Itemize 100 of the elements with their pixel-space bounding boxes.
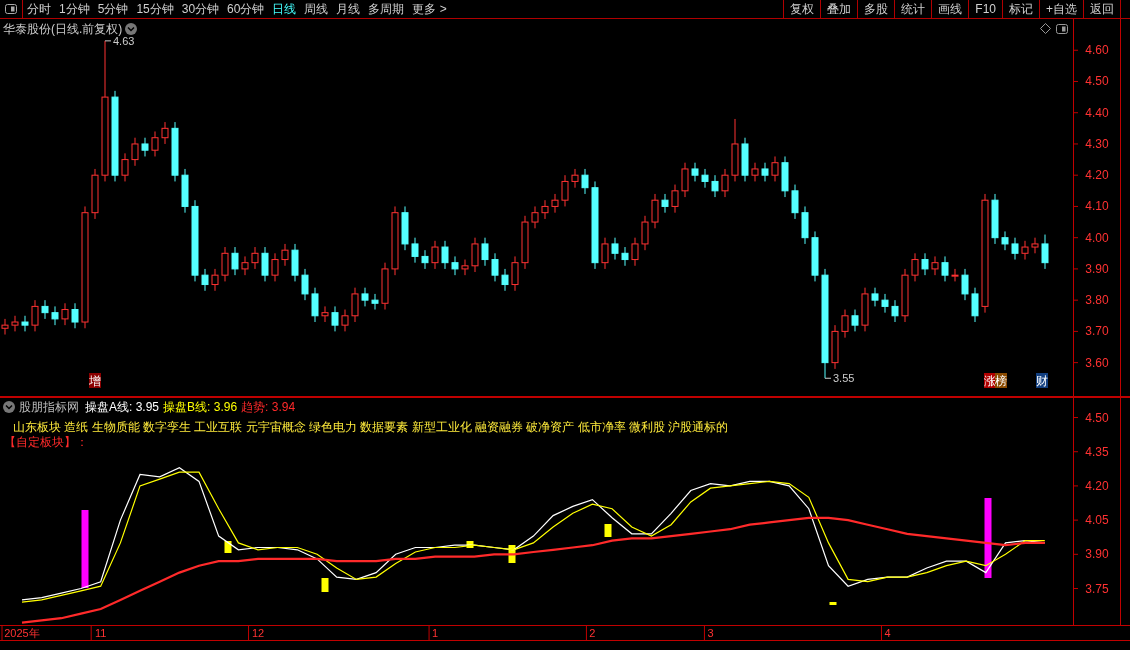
candlestick [211, 268, 219, 292]
candlestick [631, 237, 639, 267]
candlestick [571, 168, 579, 189]
period-tab[interactable]: 30分钟 [177, 0, 224, 18]
candlestick [761, 162, 769, 182]
tag-badge: 财 [1036, 373, 1048, 388]
candlestick [181, 168, 189, 214]
tag-badge: 涨 [984, 373, 996, 388]
candlestick [651, 193, 659, 229]
candlestick [501, 268, 509, 292]
axis-label: 4.40 [1085, 105, 1109, 120]
period-tab[interactable]: 1分钟 [55, 0, 94, 18]
candlestick [1001, 230, 1009, 251]
toolbar-button[interactable]: 叠加 [820, 0, 858, 18]
candlestick [471, 237, 479, 273]
candlestick [251, 246, 259, 270]
candlestick [171, 121, 179, 182]
toolbar-button[interactable]: +自选 [1039, 0, 1083, 18]
candlestick [911, 252, 919, 282]
candlestick [381, 262, 389, 311]
candlestick [941, 255, 949, 282]
axis-label: 4.60 [1085, 43, 1109, 58]
period-tab[interactable]: 60分钟 [223, 0, 269, 18]
candlestick [331, 305, 339, 332]
candlestick [121, 152, 129, 182]
period-tab[interactable]: 日线 [268, 0, 301, 18]
candlestick [961, 268, 969, 301]
toolbar-button[interactable]: 返回 [1083, 0, 1120, 18]
candlestick [1041, 234, 1049, 270]
toolbar-button[interactable]: 画线 [931, 0, 969, 18]
candlestick [1, 318, 9, 335]
candlestick [731, 118, 739, 182]
axis-label: 4.35 [1085, 444, 1109, 459]
concept-tags: 山东板块 造纸 生物质能 数字孪生 工业互联 元宇宙概念 绿色电力 数据要素 新型工业化 融资融券 破净资产 低市净率 微利股 沪股通标的 [13, 418, 729, 436]
toolbar-button[interactable]: 复权 [783, 0, 821, 18]
leader-line [824, 377, 832, 379]
candlestick [681, 162, 689, 198]
axis-label: 4.50 [1085, 74, 1109, 89]
legend-value: 操盘B线: 3.96 [163, 399, 238, 416]
candlestick [421, 249, 429, 270]
candlestick [1011, 237, 1019, 261]
date-label: 1 [432, 627, 439, 639]
candlestick [481, 237, 489, 267]
diamond-icon[interactable] [1040, 23, 1051, 34]
period-tab[interactable]: 分时 [23, 0, 55, 18]
candlestick [531, 205, 539, 229]
toolbar-button[interactable]: 标记 [1002, 0, 1039, 18]
candlestick [831, 324, 839, 370]
chevron-down-icon[interactable] [3, 401, 15, 413]
panel-toggle-icon[interactable] [5, 4, 17, 14]
candlestick [361, 287, 369, 307]
toolbar-button[interactable]: 多股 [857, 0, 895, 18]
candlestick [711, 174, 719, 198]
candlestick [781, 155, 789, 198]
candlestick [51, 305, 59, 326]
candlestick [751, 162, 759, 182]
candlestick [921, 252, 929, 276]
axis-label: 4.50 [1085, 410, 1109, 425]
candlestick [701, 168, 709, 189]
axis-label: 3.80 [1085, 293, 1109, 308]
panel-toggle-icon[interactable] [1056, 24, 1068, 34]
date-label: 12 [251, 627, 265, 639]
candlestick [871, 287, 879, 307]
axis-label: 3.75 [1085, 581, 1109, 596]
period-tab[interactable]: 月线 [332, 0, 365, 18]
candlestick [411, 237, 419, 264]
candlestick [301, 268, 309, 301]
candlestick [291, 243, 299, 282]
candlestick [231, 246, 239, 276]
toolbar-button[interactable]: 统计 [894, 0, 932, 18]
axis-label: 4.30 [1085, 136, 1109, 151]
period-tab[interactable]: 更多 > [408, 0, 451, 18]
candlestick [351, 287, 359, 323]
candlestick [341, 309, 349, 332]
candlestick [991, 193, 999, 245]
period-tab[interactable]: 15分钟 [132, 0, 178, 18]
chart-title: 华泰股份(日线.前复权) [3, 21, 123, 37]
candlestick [671, 184, 679, 214]
date-label: 11 [94, 627, 107, 639]
chevron-down-icon[interactable] [125, 23, 138, 35]
period-tab[interactable]: 5分钟 [93, 0, 133, 18]
candlestick [891, 299, 899, 323]
candlestick [971, 287, 979, 323]
period-tab[interactable]: 多周期 [364, 0, 409, 18]
tag-badge: 增 [89, 373, 101, 388]
candlestick [861, 287, 869, 332]
candlestick [771, 155, 779, 182]
candlestick [691, 162, 699, 182]
candlestick [461, 259, 469, 276]
axis-label: 3.90 [1085, 547, 1109, 562]
axis-label: 3.60 [1085, 355, 1109, 370]
period-tab[interactable]: 周线 [300, 0, 333, 18]
toolbar-button[interactable]: F10 [968, 0, 1002, 18]
candlestick [311, 287, 319, 323]
candlestick [281, 243, 289, 267]
candlestick [841, 309, 849, 339]
candlestick [491, 252, 499, 282]
candlestick [151, 130, 159, 157]
candlestick [621, 246, 629, 267]
candlestick [951, 268, 959, 282]
